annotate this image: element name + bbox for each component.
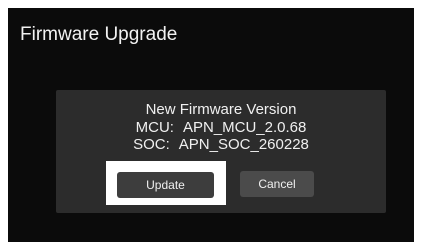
cancel-button[interactable]: Cancel [240, 171, 314, 197]
mcu-version-line: MCU: APN_MCU_2.0.68 [56, 119, 386, 137]
firmware-upgrade-screen: Firmware Upgrade New Firmware Version MC… [8, 8, 414, 242]
soc-version-value: APN_SOC_260228 [178, 136, 309, 153]
update-button[interactable]: Update [117, 172, 214, 198]
soc-version-line: SOC: APN_SOC_260228 [56, 136, 386, 154]
mcu-version-value: APN_MCU_2.0.68 [182, 119, 307, 136]
soc-label: SOC: [133, 136, 170, 153]
screen-title: Firmware Upgrade [20, 24, 178, 45]
mcu-label: MCU: [135, 119, 174, 136]
dialog-heading: New Firmware Version [145, 101, 297, 118]
